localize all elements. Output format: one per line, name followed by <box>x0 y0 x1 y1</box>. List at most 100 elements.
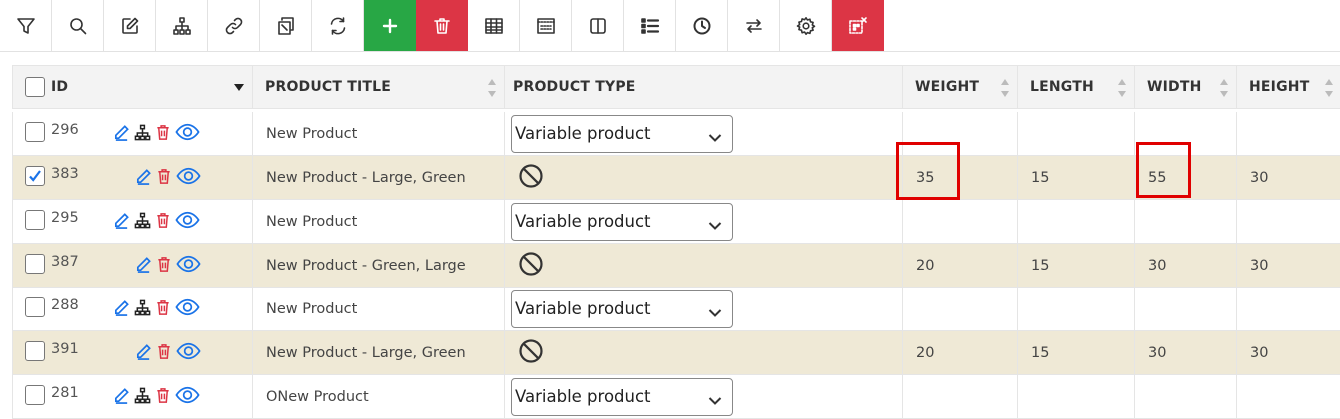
title-cell[interactable]: New Product <box>253 287 505 331</box>
variations-button[interactable] <box>156 0 208 51</box>
select-all-checkbox[interactable] <box>25 77 45 97</box>
column-header-type[interactable]: PRODUCT TYPE <box>505 65 903 109</box>
weight-cell[interactable]: 20 <box>903 244 1018 288</box>
length-cell[interactable] <box>1018 287 1135 331</box>
settings-button[interactable] <box>780 0 832 51</box>
title-cell[interactable]: New Product - Large, Green <box>253 156 505 200</box>
clear-selection-button[interactable] <box>832 0 884 51</box>
table-row[interactable]: 288 New Product Variable product <box>12 287 1340 331</box>
sort-icon[interactable] <box>1001 79 1009 97</box>
height-cell[interactable]: 30 <box>1237 331 1340 375</box>
row-checkbox-checked[interactable] <box>25 166 45 186</box>
list-button[interactable] <box>624 0 676 51</box>
product-type-select[interactable]: Variable product <box>511 377 733 416</box>
eye-icon[interactable] <box>175 385 200 405</box>
edit-icon[interactable] <box>113 124 130 141</box>
grid-view-button[interactable] <box>520 0 572 51</box>
weight-cell[interactable] <box>903 287 1018 331</box>
eye-icon[interactable] <box>175 210 200 230</box>
hierarchy-icon[interactable] <box>134 124 151 141</box>
hierarchy-icon[interactable] <box>134 387 151 404</box>
width-cell[interactable] <box>1135 375 1237 419</box>
trash-icon[interactable] <box>155 299 171 316</box>
row-checkbox[interactable] <box>25 385 45 405</box>
weight-cell[interactable] <box>903 200 1018 244</box>
title-cell[interactable]: ONew Product <box>253 375 505 419</box>
duplicate-button[interactable] <box>260 0 312 51</box>
column-header-width[interactable]: WIDTH <box>1135 65 1237 109</box>
weight-cell[interactable] <box>903 375 1018 419</box>
table-row[interactable]: 295 New Product Variable product <box>12 200 1340 244</box>
table-row[interactable]: 387 New Product - Green, Large 20 15 30 … <box>12 244 1340 288</box>
trash-icon[interactable] <box>155 124 171 141</box>
eye-icon[interactable] <box>176 341 201 361</box>
sort-icon[interactable] <box>1325 79 1333 97</box>
length-cell[interactable] <box>1018 375 1135 419</box>
add-button[interactable] <box>364 0 416 51</box>
title-cell[interactable]: New Product - Green, Large <box>253 244 505 288</box>
link-button[interactable] <box>208 0 260 51</box>
edit-icon[interactable] <box>135 256 152 273</box>
eye-icon[interactable] <box>175 297 200 317</box>
row-checkbox[interactable] <box>25 122 45 142</box>
edit-icon[interactable] <box>135 343 152 360</box>
edit-icon[interactable] <box>135 168 152 185</box>
sort-desc-icon[interactable] <box>234 84 244 91</box>
column-header-id[interactable]: ID <box>12 65 253 109</box>
table-row[interactable]: 281 ONew Product Variable product <box>12 375 1340 419</box>
column-header-title[interactable]: PRODUCT TITLE <box>253 65 505 109</box>
height-cell[interactable]: 30 <box>1237 244 1340 288</box>
trash-icon[interactable] <box>156 256 172 273</box>
row-checkbox[interactable] <box>25 254 45 274</box>
edit-icon[interactable] <box>113 387 130 404</box>
length-cell[interactable]: 15 <box>1018 331 1135 375</box>
height-cell[interactable] <box>1237 375 1340 419</box>
length-cell[interactable]: 15 <box>1018 156 1135 200</box>
eye-icon[interactable] <box>175 122 200 142</box>
edit-icon[interactable] <box>113 299 130 316</box>
trash-icon[interactable] <box>155 212 171 229</box>
height-cell[interactable] <box>1237 200 1340 244</box>
length-cell[interactable] <box>1018 200 1135 244</box>
width-cell[interactable]: 30 <box>1135 244 1237 288</box>
trash-icon[interactable] <box>155 387 171 404</box>
sort-icon[interactable] <box>488 79 496 97</box>
title-cell[interactable]: New Product - Large, Green <box>253 331 505 375</box>
swap-button[interactable] <box>728 0 780 51</box>
column-header-weight[interactable]: WEIGHT <box>903 65 1018 109</box>
row-checkbox[interactable] <box>25 297 45 317</box>
sort-icon[interactable] <box>1118 79 1126 97</box>
hierarchy-icon[interactable] <box>134 299 151 316</box>
filter-button[interactable] <box>0 0 52 51</box>
length-cell[interactable] <box>1018 112 1135 156</box>
product-type-select[interactable]: Variable product <box>511 289 733 328</box>
eye-icon[interactable] <box>176 254 201 274</box>
hierarchy-icon[interactable] <box>134 212 151 229</box>
table-button[interactable] <box>468 0 520 51</box>
product-type-select[interactable]: Variable product <box>511 114 733 153</box>
height-cell[interactable]: 30 <box>1237 156 1340 200</box>
width-cell[interactable]: 30 <box>1135 331 1237 375</box>
title-cell[interactable]: New Product <box>253 112 505 156</box>
length-cell[interactable]: 15 <box>1018 244 1135 288</box>
sort-icon[interactable] <box>1220 79 1228 97</box>
search-button[interactable] <box>52 0 104 51</box>
trash-icon[interactable] <box>156 168 172 185</box>
height-cell[interactable] <box>1237 112 1340 156</box>
product-type-select[interactable]: Variable product <box>511 202 733 241</box>
width-cell[interactable] <box>1135 287 1237 331</box>
edit-icon[interactable] <box>113 212 130 229</box>
table-row[interactable]: 391 New Product - Large, Green 20 15 30 … <box>12 331 1340 375</box>
eye-icon[interactable] <box>176 166 201 186</box>
bulk-edit-button[interactable] <box>104 0 156 51</box>
history-button[interactable] <box>676 0 728 51</box>
column-header-height[interactable]: HEIGHT <box>1237 65 1340 109</box>
width-cell[interactable] <box>1135 200 1237 244</box>
row-checkbox[interactable] <box>25 210 45 230</box>
trash-icon[interactable] <box>156 343 172 360</box>
height-cell[interactable] <box>1237 287 1340 331</box>
delete-button[interactable] <box>416 0 468 51</box>
row-checkbox[interactable] <box>25 341 45 361</box>
refresh-button[interactable] <box>312 0 364 51</box>
columns-button[interactable] <box>572 0 624 51</box>
